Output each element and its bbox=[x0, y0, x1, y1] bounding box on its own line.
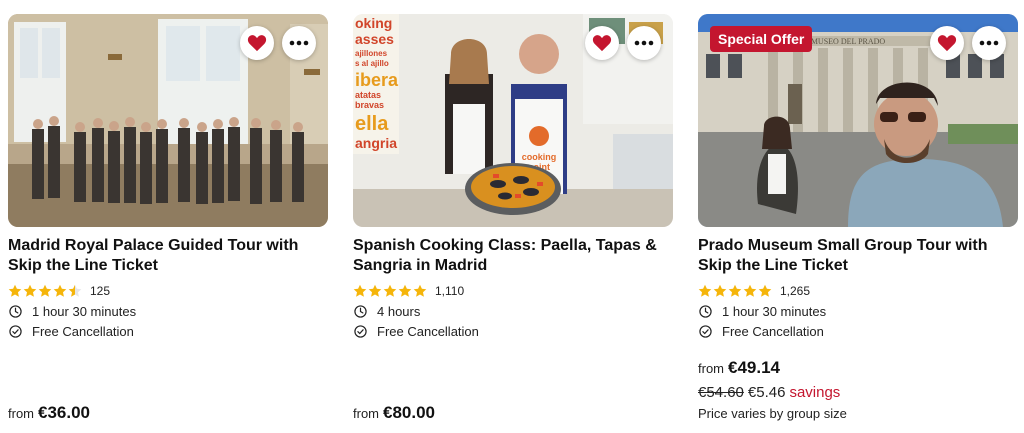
menu-word: s al ajillo bbox=[355, 59, 389, 68]
tour-title[interactable]: Prado Museum Small Group Tour with Skip … bbox=[698, 236, 1008, 276]
tour-title[interactable]: Madrid Royal Palace Guided Tour with Ski… bbox=[8, 236, 318, 276]
cancellation-text: Free Cancellation bbox=[32, 323, 134, 339]
menu-word: asses bbox=[355, 31, 394, 47]
menu-word: bravas bbox=[355, 100, 384, 110]
price-value: €80.00 bbox=[383, 403, 435, 422]
savings-label: savings bbox=[789, 384, 841, 401]
clock-icon bbox=[699, 304, 712, 318]
star-icon bbox=[8, 284, 22, 297]
menu-word: ajillones bbox=[355, 49, 388, 58]
price-from-label: from bbox=[698, 361, 724, 376]
duration-text: 1 hour 30 minutes bbox=[32, 303, 137, 319]
check-circle-icon bbox=[699, 324, 712, 338]
old-price: €54.60 bbox=[698, 384, 744, 401]
rating-count: 1,110 bbox=[435, 284, 465, 298]
menu-word: ibera bbox=[355, 70, 399, 90]
star-icon bbox=[383, 284, 397, 297]
price-value: €36.00 bbox=[38, 403, 90, 422]
savings-line: €54.60 €5.46 savings bbox=[698, 384, 847, 401]
rating-stars bbox=[8, 284, 82, 298]
cooking-photo-illustration: oking asses ajillones s al ajillo ibera … bbox=[353, 14, 673, 227]
palace-photo-illustration bbox=[8, 14, 328, 227]
star-icon bbox=[713, 284, 727, 297]
favorite-button[interactable] bbox=[585, 26, 619, 60]
star-icon bbox=[368, 284, 382, 297]
menu-word: ella bbox=[355, 113, 389, 135]
cancellation-row: Free Cancellation bbox=[353, 323, 675, 339]
rating: 125 bbox=[8, 284, 330, 298]
star-icon bbox=[53, 284, 67, 297]
cancellation-text: Free Cancellation bbox=[377, 323, 479, 339]
tour-title[interactable]: Spanish Cooking Class: Paella, Tapas & S… bbox=[353, 236, 663, 276]
clock-icon bbox=[9, 304, 22, 318]
more-dots-icon bbox=[289, 40, 309, 46]
price-area: from €49.14 €54.60 €5.46 savings Price v… bbox=[698, 358, 847, 421]
price-from-label: from bbox=[8, 406, 34, 421]
more-options-button[interactable] bbox=[627, 26, 661, 60]
more-options-button[interactable] bbox=[282, 26, 316, 60]
star-icon bbox=[413, 284, 427, 297]
duration-text: 1 hour 30 minutes bbox=[722, 303, 827, 319]
rating: 1,110 bbox=[353, 284, 675, 298]
heart-icon bbox=[937, 35, 957, 52]
star-icon bbox=[758, 284, 772, 297]
logo-word: cooking bbox=[522, 152, 557, 162]
cancellation-row: Free Cancellation bbox=[698, 323, 1020, 339]
clock-icon bbox=[354, 304, 367, 318]
heart-icon bbox=[592, 35, 612, 52]
star-icon bbox=[698, 284, 712, 297]
rating: 1,265 bbox=[698, 284, 1020, 298]
heart-icon bbox=[247, 35, 267, 52]
rating-count: 1,265 bbox=[780, 284, 811, 298]
price-value: €49.14 bbox=[728, 358, 780, 377]
star-icon bbox=[38, 284, 52, 297]
duration-text: 4 hours bbox=[377, 303, 421, 319]
more-dots-icon bbox=[979, 40, 999, 46]
star-icon bbox=[353, 284, 367, 297]
price-note: Price varies by group size bbox=[698, 406, 847, 421]
favorite-button[interactable] bbox=[930, 26, 964, 60]
price-from-label: from bbox=[353, 406, 379, 421]
savings-amount: €5.46 bbox=[747, 384, 786, 401]
menu-word: atatas bbox=[355, 90, 381, 100]
duration-row: 1 hour 30 minutes bbox=[698, 303, 1020, 319]
special-offer-badge: Special Offer bbox=[710, 26, 813, 52]
star-icon bbox=[728, 284, 742, 297]
price-area: from €80.00 bbox=[353, 403, 435, 423]
star-icon bbox=[743, 284, 757, 297]
check-circle-icon bbox=[9, 324, 22, 338]
star-icon bbox=[68, 284, 82, 297]
menu-word: angria bbox=[355, 135, 397, 151]
star-icon bbox=[23, 284, 37, 297]
cancellation-text: Free Cancellation bbox=[722, 323, 824, 339]
tour-card-cooking-class[interactable]: oking asses ajillones s al ajillo ibera … bbox=[353, 14, 675, 433]
rating-stars bbox=[353, 284, 427, 298]
tour-card-royal-palace[interactable]: Madrid Royal Palace Guided Tour with Ski… bbox=[8, 14, 330, 433]
tour-photo[interactable]: MUSEO DEL PRADO Special Offer bbox=[698, 14, 1018, 227]
tour-card-prado-museum[interactable]: MUSEO DEL PRADO Special Offer Prado Muse… bbox=[698, 14, 1020, 433]
duration-row: 4 hours bbox=[353, 303, 675, 319]
tour-photo[interactable]: oking asses ajillones s al ajillo ibera … bbox=[353, 14, 673, 227]
more-dots-icon bbox=[634, 40, 654, 46]
price-area: from €36.00 bbox=[8, 403, 90, 423]
cancellation-row: Free Cancellation bbox=[8, 323, 330, 339]
rating-count: 125 bbox=[90, 284, 111, 298]
favorite-button[interactable] bbox=[240, 26, 274, 60]
check-circle-icon bbox=[354, 324, 367, 338]
museum-sign: MUSEO DEL PRADO bbox=[811, 37, 886, 46]
menu-word: oking bbox=[355, 15, 392, 31]
star-icon bbox=[398, 284, 412, 297]
duration-row: 1 hour 30 minutes bbox=[8, 303, 330, 319]
tour-photo[interactable] bbox=[8, 14, 328, 227]
rating-stars bbox=[698, 284, 772, 298]
more-options-button[interactable] bbox=[972, 26, 1006, 60]
